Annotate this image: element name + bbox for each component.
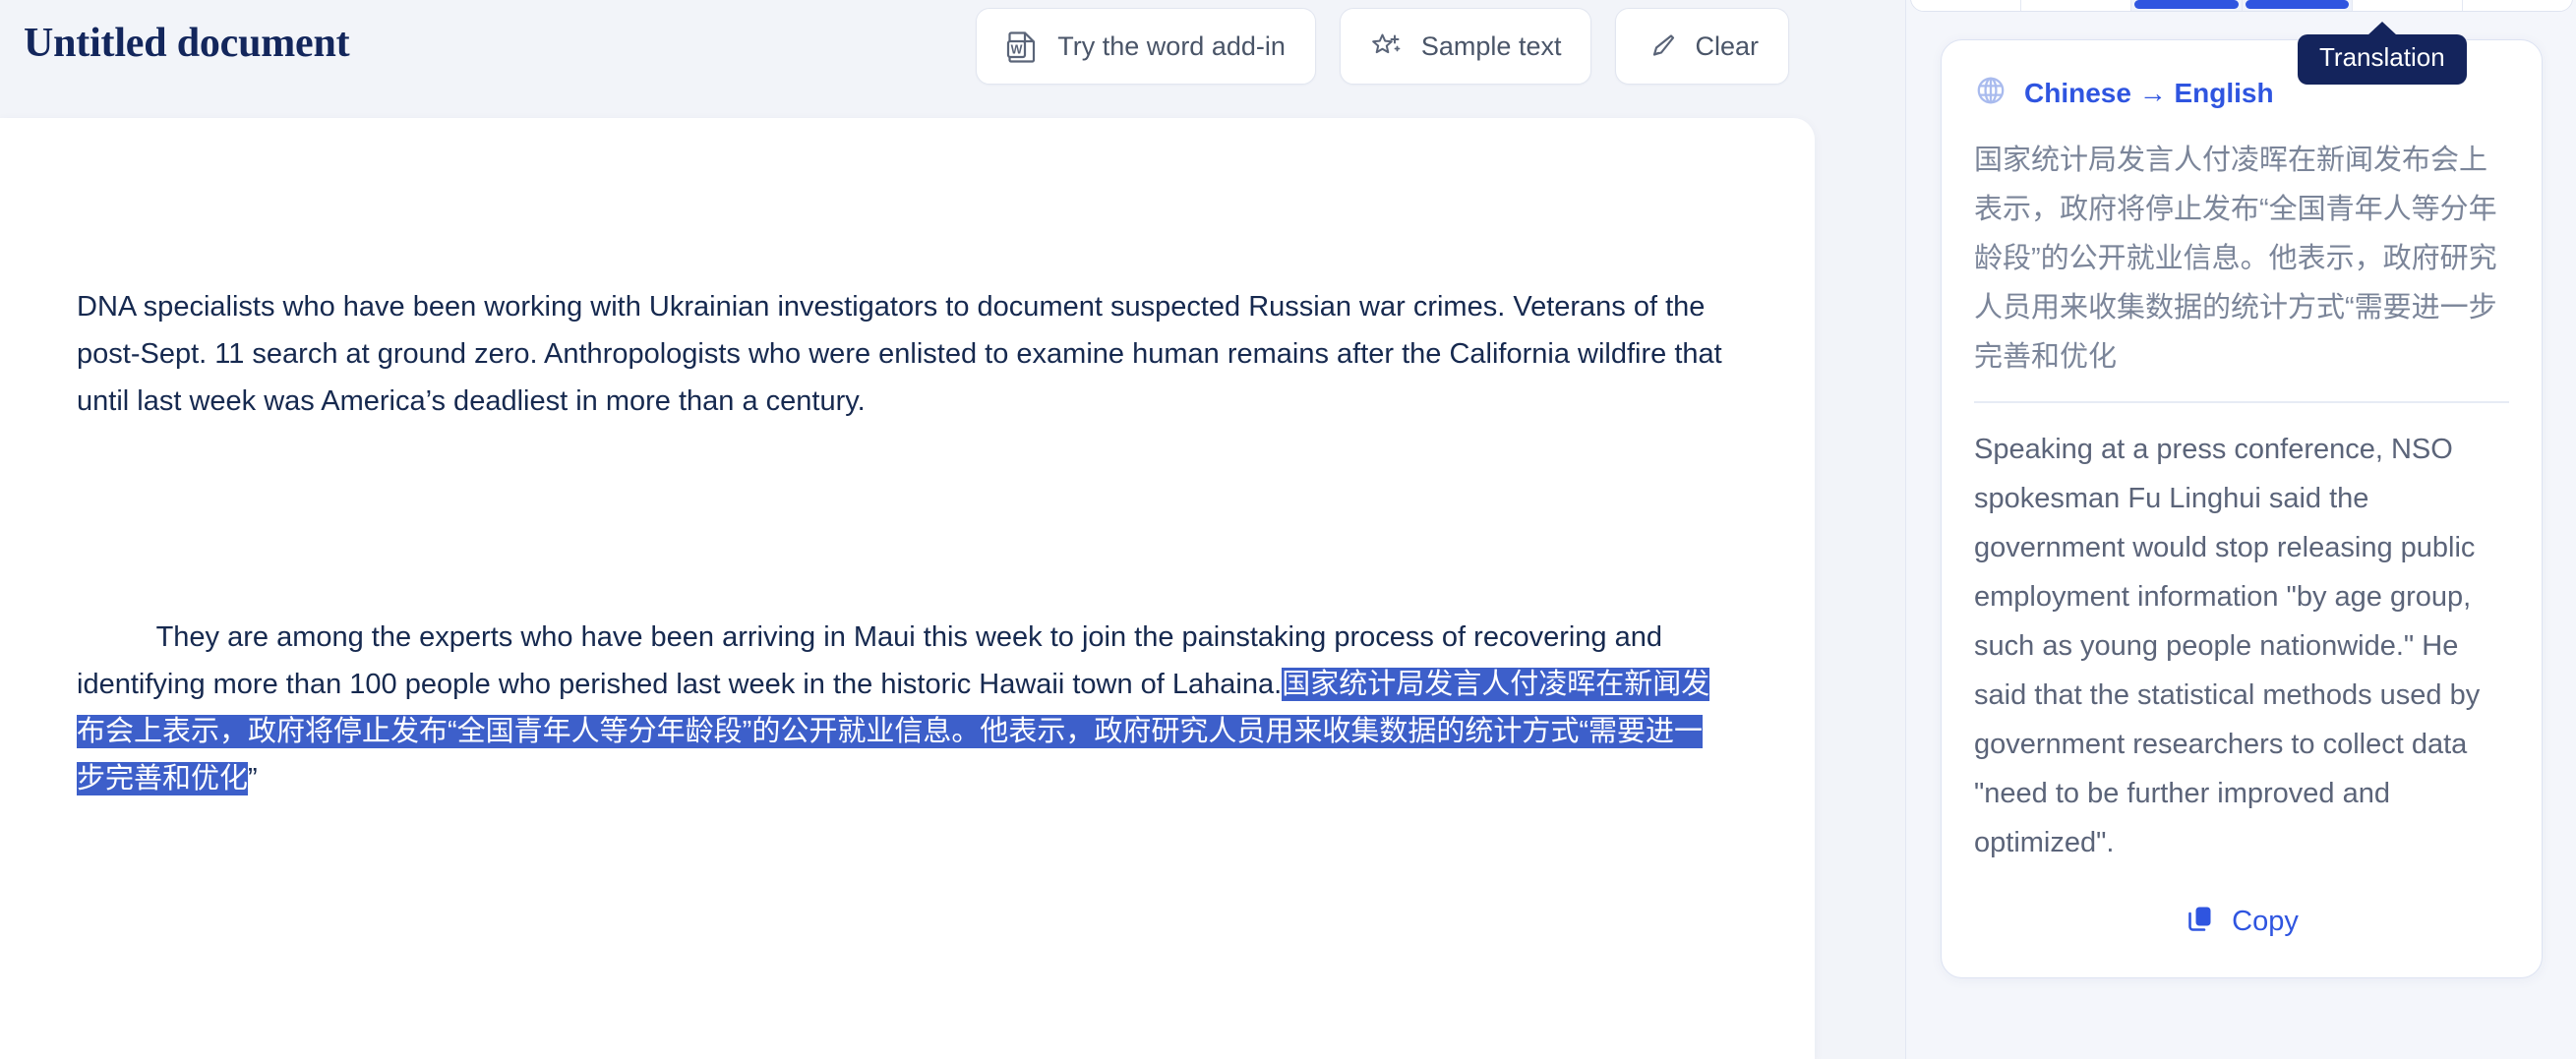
translation-tooltip: Translation <box>2298 22 2467 85</box>
tool-tab-translation[interactable] <box>2131 0 2243 11</box>
translation-target-text: Speaking at a press conference, NSO spok… <box>1974 433 2481 858</box>
copy-icon <box>2185 903 2216 942</box>
copy-label: Copy <box>2232 906 2299 937</box>
document-paragraph: DNA specialists who have been working wi… <box>77 291 1730 417</box>
trailing-quote: ” <box>248 763 258 794</box>
try-word-addin-button[interactable]: W Try the word add-in <box>976 8 1316 85</box>
tool-tab-2[interactable] <box>2021 0 2132 11</box>
editor-document-canvas[interactable]: DNA specialists who have been working wi… <box>0 118 1815 1059</box>
sample-text-button[interactable]: Sample text <box>1339 8 1592 85</box>
sparkle-star-icon <box>1370 29 1404 63</box>
sample-text-label: Sample text <box>1420 30 1562 61</box>
document-paragraph: They are among the experts who have been… <box>77 566 1729 850</box>
word-document-icon: W <box>1006 29 1040 64</box>
card-divider <box>1974 401 2509 403</box>
tool-tab-5[interactable] <box>2352 0 2463 11</box>
translation-card: Chinese → English 国家统计局发言人付凌晖在新闻发布会上表示，政… <box>1941 39 2543 978</box>
tool-tabs-strip[interactable] <box>1910 0 2573 12</box>
copy-button[interactable]: Copy <box>2175 897 2308 948</box>
language-pair-label: Chinese → English <box>2024 77 2274 108</box>
copy-row: Copy <box>1974 897 2509 954</box>
document-body[interactable]: DNA specialists who have been working wi… <box>77 189 1729 944</box>
app-root: Untitled document W Try the word add-in <box>0 0 2576 1059</box>
tool-tab-6[interactable] <box>2462 0 2572 11</box>
editor-header: Untitled document W Try the word add-in <box>0 0 1905 118</box>
svg-text:W: W <box>1011 43 1023 57</box>
editor-side: Untitled document W Try the word add-in <box>0 0 1905 1059</box>
globe-icon <box>1974 74 2007 112</box>
translation-source-text: 国家统计局发言人付凌晖在新闻发布会上表示，政府将停止发布“全国青年人等分年龄段”… <box>1974 145 2497 373</box>
clear-label: Clear <box>1695 30 1759 61</box>
tool-tab-4[interactable] <box>2242 0 2353 11</box>
try-word-addin-label: Try the word add-in <box>1057 30 1286 61</box>
tool-tab-1[interactable] <box>1911 0 2022 11</box>
right-panel: Translation Chinese → English 国家统计局发言人付凌… <box>1905 0 2576 1059</box>
brush-clear-icon <box>1646 30 1677 62</box>
document-title[interactable]: Untitled document <box>24 20 350 67</box>
header-actions: W Try the word add-in Sample text Clear <box>976 8 1789 85</box>
clear-button[interactable]: Clear <box>1615 8 1789 85</box>
